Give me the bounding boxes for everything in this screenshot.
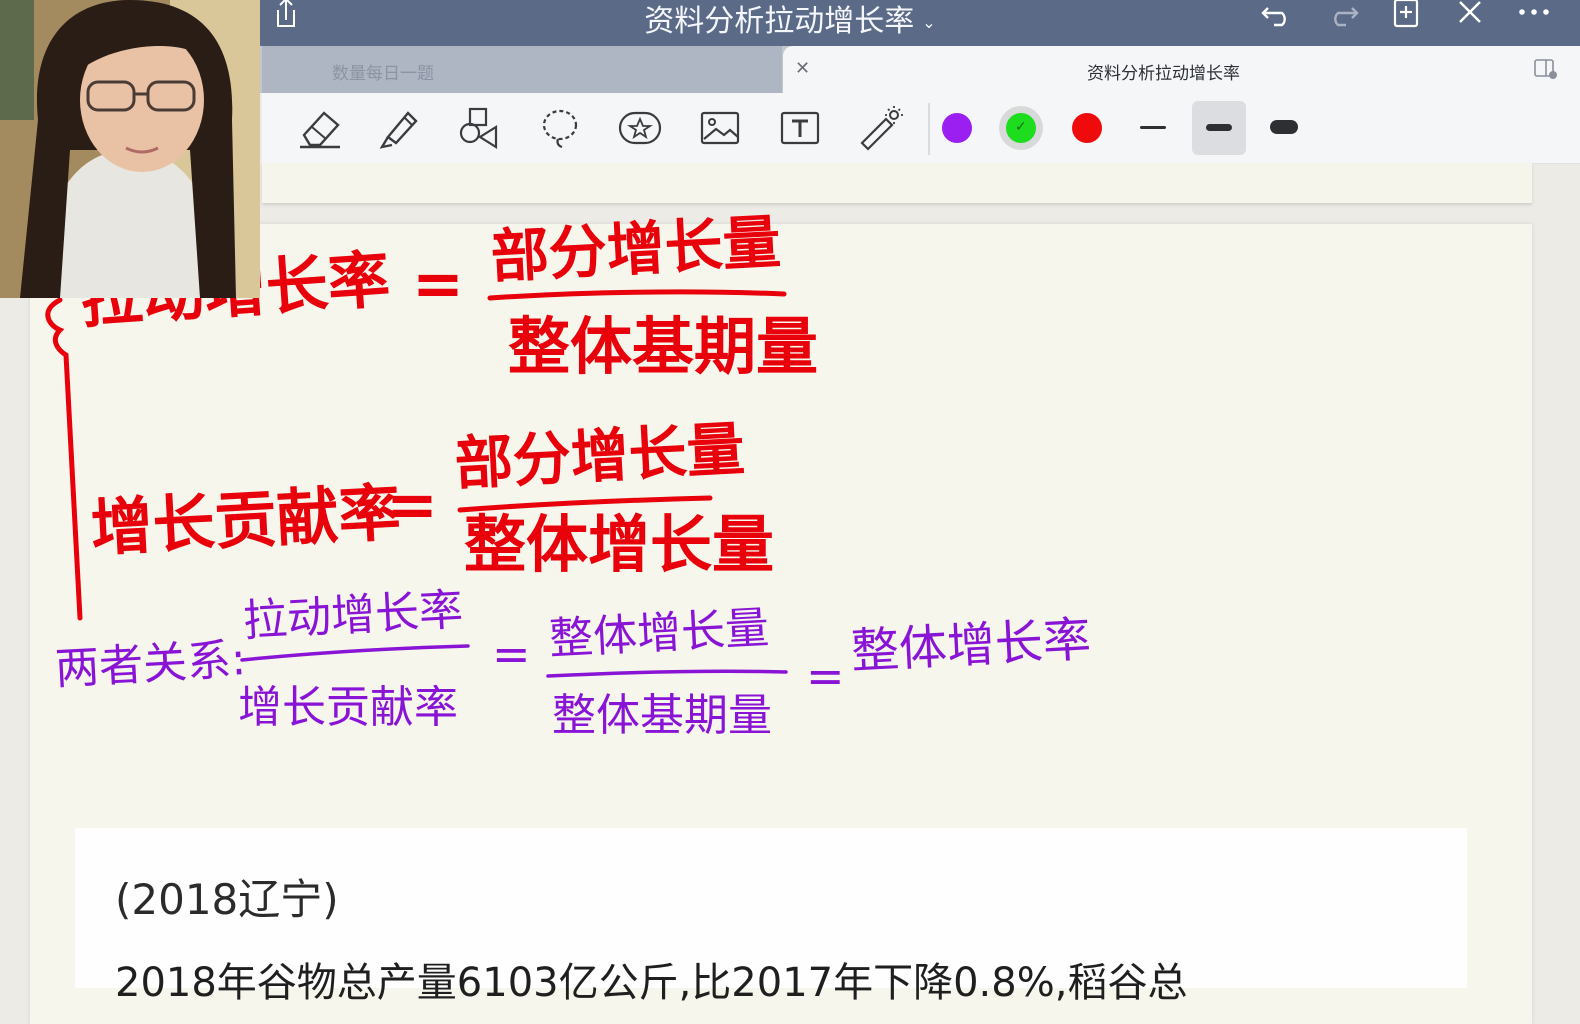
question-source: (2018辽宁) (115, 875, 339, 924)
question-text: 2018年谷物总产量6103亿公斤,比2017年下降0.8%,稻谷总 (115, 960, 1188, 1006)
relation-equals-2: = (806, 649, 845, 703)
formula1-denominator: 整体基期量 (508, 310, 818, 383)
formula2-denominator: 整体增长量 (464, 508, 774, 581)
presenter-video (0, 0, 260, 298)
relation-label: 两者关系: (54, 634, 247, 695)
formula1-numerator: 部分增长量 (489, 208, 782, 291)
formula2-equals: = (386, 468, 438, 541)
relation-equals-1: = (492, 627, 531, 681)
relation-frac1-denominator: 增长贡献率 (238, 682, 458, 733)
formula2-left: 增长贡献率 (89, 476, 402, 565)
relation-frac2-numerator: 整体增长量 (548, 603, 770, 665)
relation-frac1-bar (240, 644, 470, 662)
question-card: (2018辽宁) 2018年谷物总产量6103亿公斤,比2017年下降0.8%,… (75, 828, 1467, 1006)
webcam-overlay (0, 0, 260, 298)
relation-frac2-denominator: 整体基期量 (552, 690, 772, 741)
formula2-numerator: 部分增长量 (453, 415, 746, 498)
relation-frac2-bar (546, 669, 788, 678)
relation-result: 整体增长率 (850, 611, 1093, 679)
red-bracket-stroke (45, 297, 83, 621)
formula1-fraction-bar (487, 289, 787, 301)
relation-frac1-numerator: 拉动增长率 (242, 585, 464, 647)
formula1-equals: = (412, 247, 464, 320)
